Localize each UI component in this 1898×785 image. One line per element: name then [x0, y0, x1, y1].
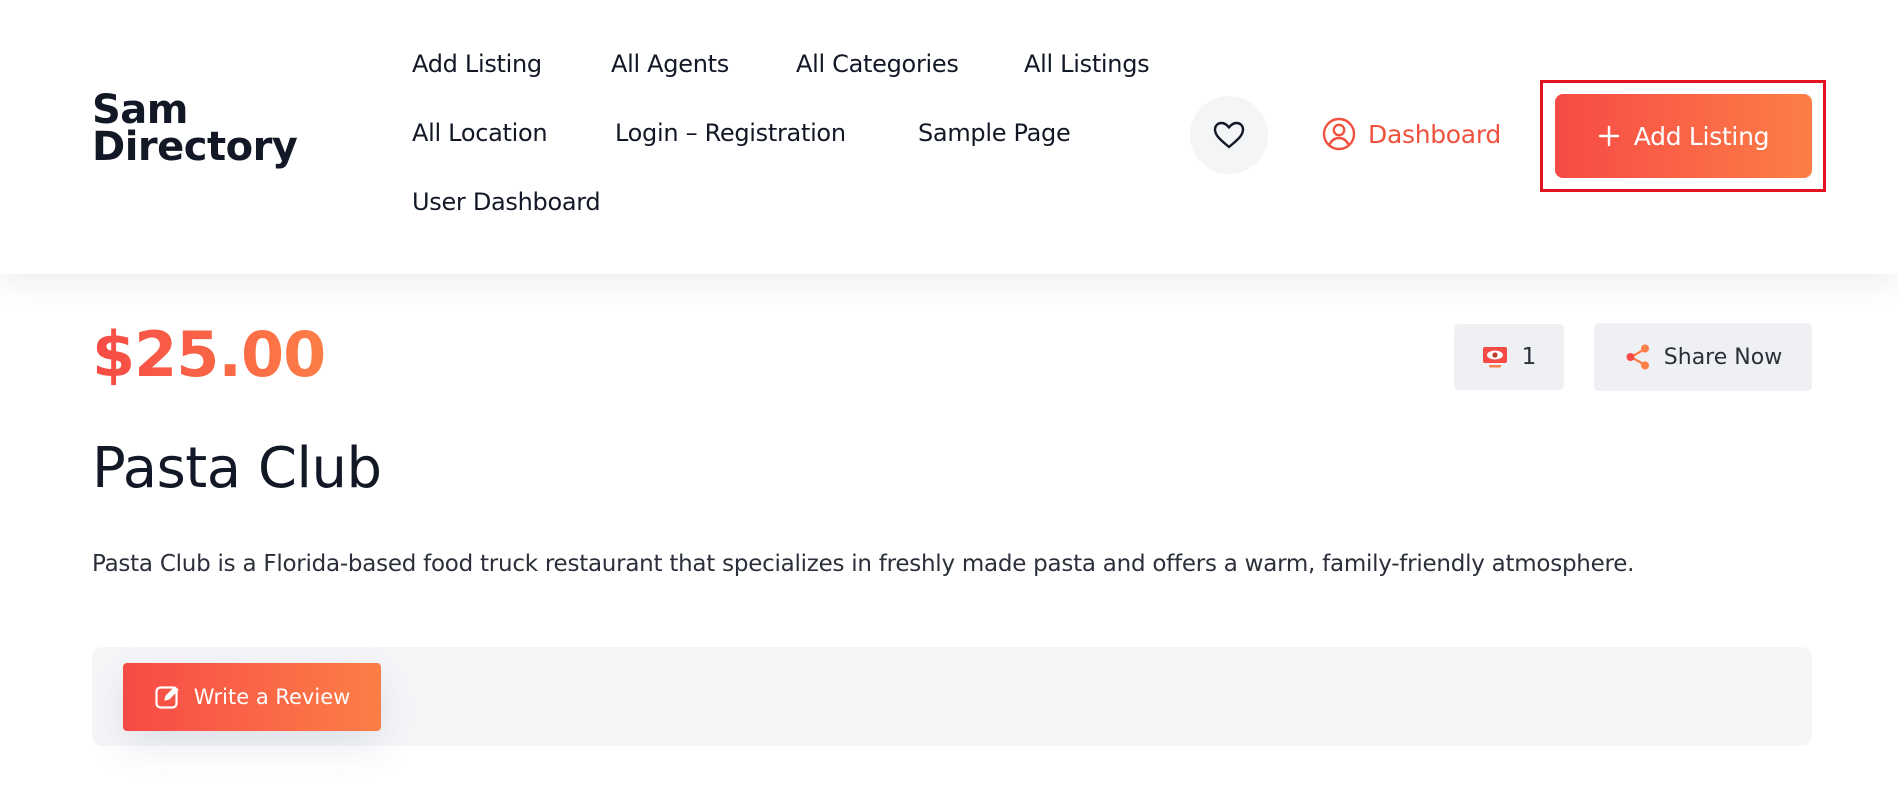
site-header: Sam Directory Add Listing All Agents All… [0, 0, 1898, 274]
views-count: 1 [1521, 344, 1537, 370]
nav-login-registration[interactable]: Login – Registration [615, 119, 846, 147]
nav-all-listings[interactable]: All Listings [1024, 50, 1150, 78]
write-review-button[interactable]: Write a Review [123, 663, 381, 731]
user-circle-icon [1322, 117, 1356, 151]
eye-monitor-icon [1482, 347, 1507, 368]
nav-user-dashboard[interactable]: User Dashboard [412, 188, 601, 216]
listing-title: Pasta Club [92, 436, 382, 501]
nav-all-location[interactable]: All Location [412, 119, 548, 147]
nav-sample-page[interactable]: Sample Page [918, 119, 1071, 147]
edit-icon [155, 686, 179, 709]
dashboard-label: Dashboard [1368, 119, 1501, 149]
nav-all-categories[interactable]: All Categories [796, 50, 959, 78]
write-review-label: Write a Review [193, 685, 351, 709]
listing-price: $25.00 [92, 318, 326, 391]
add-listing-label: Add Listing [1633, 121, 1770, 151]
site-logo[interactable]: Sam Directory [92, 90, 298, 170]
wishlist-button[interactable] [1190, 96, 1268, 174]
share-label: Share Now [1663, 344, 1783, 370]
share-icon [1626, 344, 1649, 370]
listing-description: Pasta Club is a Florida-based food truck… [92, 551, 1635, 577]
nav-add-listing[interactable]: Add Listing [412, 50, 542, 78]
logo-line-2: Directory [92, 124, 298, 170]
dashboard-link[interactable]: Dashboard [1322, 114, 1501, 154]
heart-icon [1213, 121, 1245, 149]
nav-all-agents[interactable]: All Agents [611, 50, 729, 78]
add-listing-button[interactable]: Add Listing [1555, 94, 1812, 178]
share-button[interactable]: Share Now [1594, 323, 1812, 391]
views-badge: 1 [1454, 324, 1564, 390]
plus-icon [1598, 125, 1619, 147]
